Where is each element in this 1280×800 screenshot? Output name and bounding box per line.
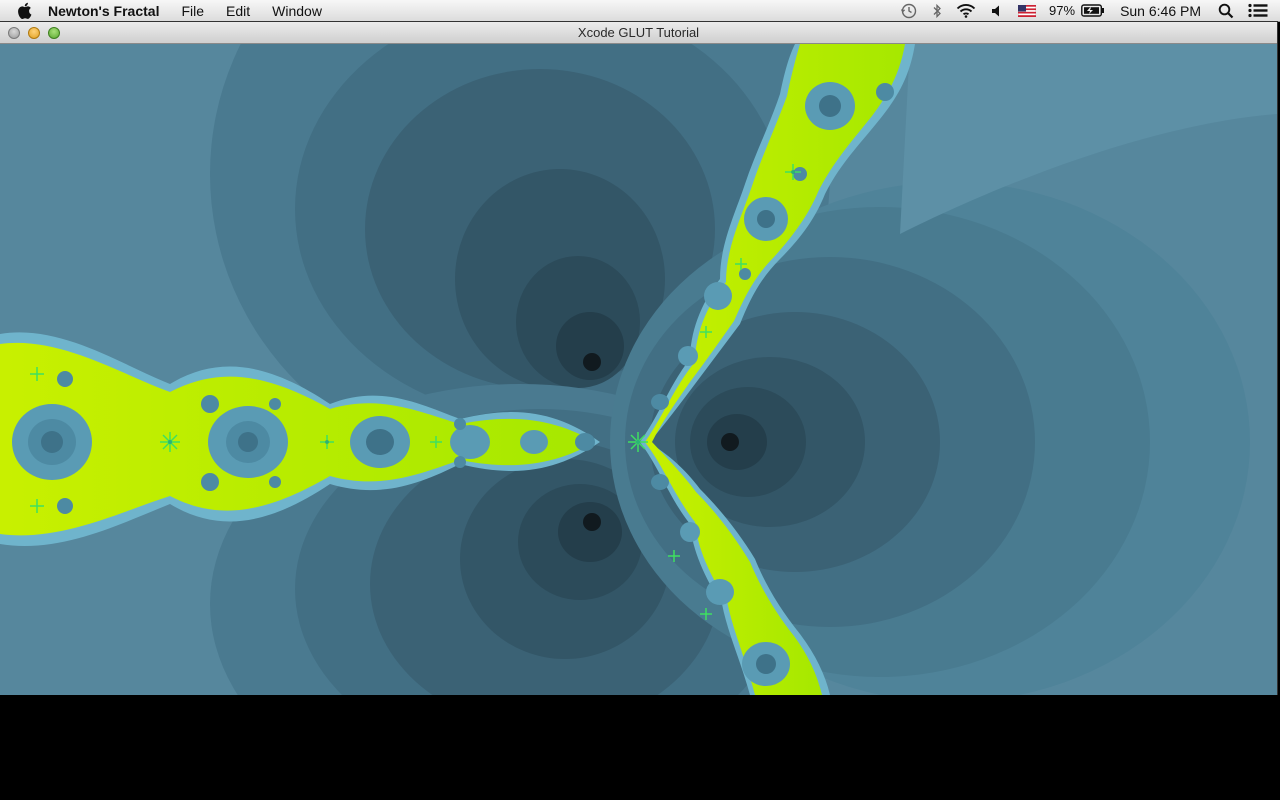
app-menu[interactable]: Newton's Fractal [48,0,170,22]
newton-fractal-image [0,44,1277,695]
volume-icon[interactable] [983,0,1011,22]
status-area: 97% Sun 6:46 PM [893,0,1280,22]
window-titlebar[interactable]: Xcode GLUT Tutorial [0,22,1277,44]
notification-center-icon[interactable] [1241,0,1280,22]
battery-icon[interactable] [1081,0,1112,22]
fractal-canvas[interactable] [0,44,1277,695]
apple-menu-icon[interactable] [18,2,34,19]
battery-percent: 97% [1049,3,1076,18]
edit-menu[interactable]: Edit [215,0,261,22]
app-window: Xcode GLUT Tutorial [0,22,1277,695]
window-menu[interactable]: Window [261,0,333,22]
spotlight-icon[interactable] [1211,0,1241,22]
menubar-clock[interactable]: Sun 6:46 PM [1112,3,1211,19]
time-machine-icon[interactable] [893,0,925,22]
menu-bar: Newton's Fractal File Edit Window 97% Su… [0,0,1280,22]
wifi-icon[interactable] [949,0,983,22]
window-title: Xcode GLUT Tutorial [577,25,700,40]
us-flag-input-icon[interactable] [1011,0,1043,22]
desktop-background [0,695,1280,800]
file-menu[interactable]: File [170,0,215,22]
bluetooth-icon[interactable] [925,0,949,22]
